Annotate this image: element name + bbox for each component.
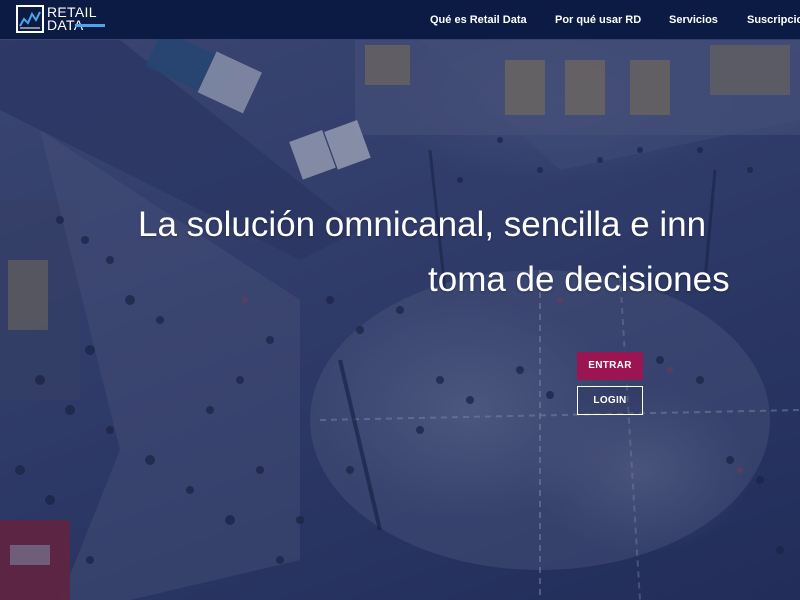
retail-data-logo[interactable]: RETAIL DATA [16,4,97,34]
logo-accent-bar [75,24,105,27]
nav-link-por-que[interactable]: Por qué usar RD [555,14,641,26]
hero-headline-line2: toma de decisiones [428,260,730,299]
top-navbar: RETAIL DATA Qué es Retail Data Por qué u… [0,0,800,39]
nav-link-servicios[interactable]: Servicios [669,14,718,26]
nav-link-suscripcion[interactable]: Suscripcion [747,14,800,26]
chart-logo-icon [16,5,44,33]
entrar-button[interactable]: ENTRAR [577,352,643,380]
logo-wordmark: RETAIL DATA [47,5,97,32]
nav-link-que-es[interactable]: Qué es Retail Data [430,14,527,26]
hero-background [0,0,800,600]
login-button[interactable]: LOGIN [577,386,643,415]
hero-overlay [0,0,800,600]
hero-headline-line1: La solución omnicanal, sencilla e inn [138,205,707,244]
